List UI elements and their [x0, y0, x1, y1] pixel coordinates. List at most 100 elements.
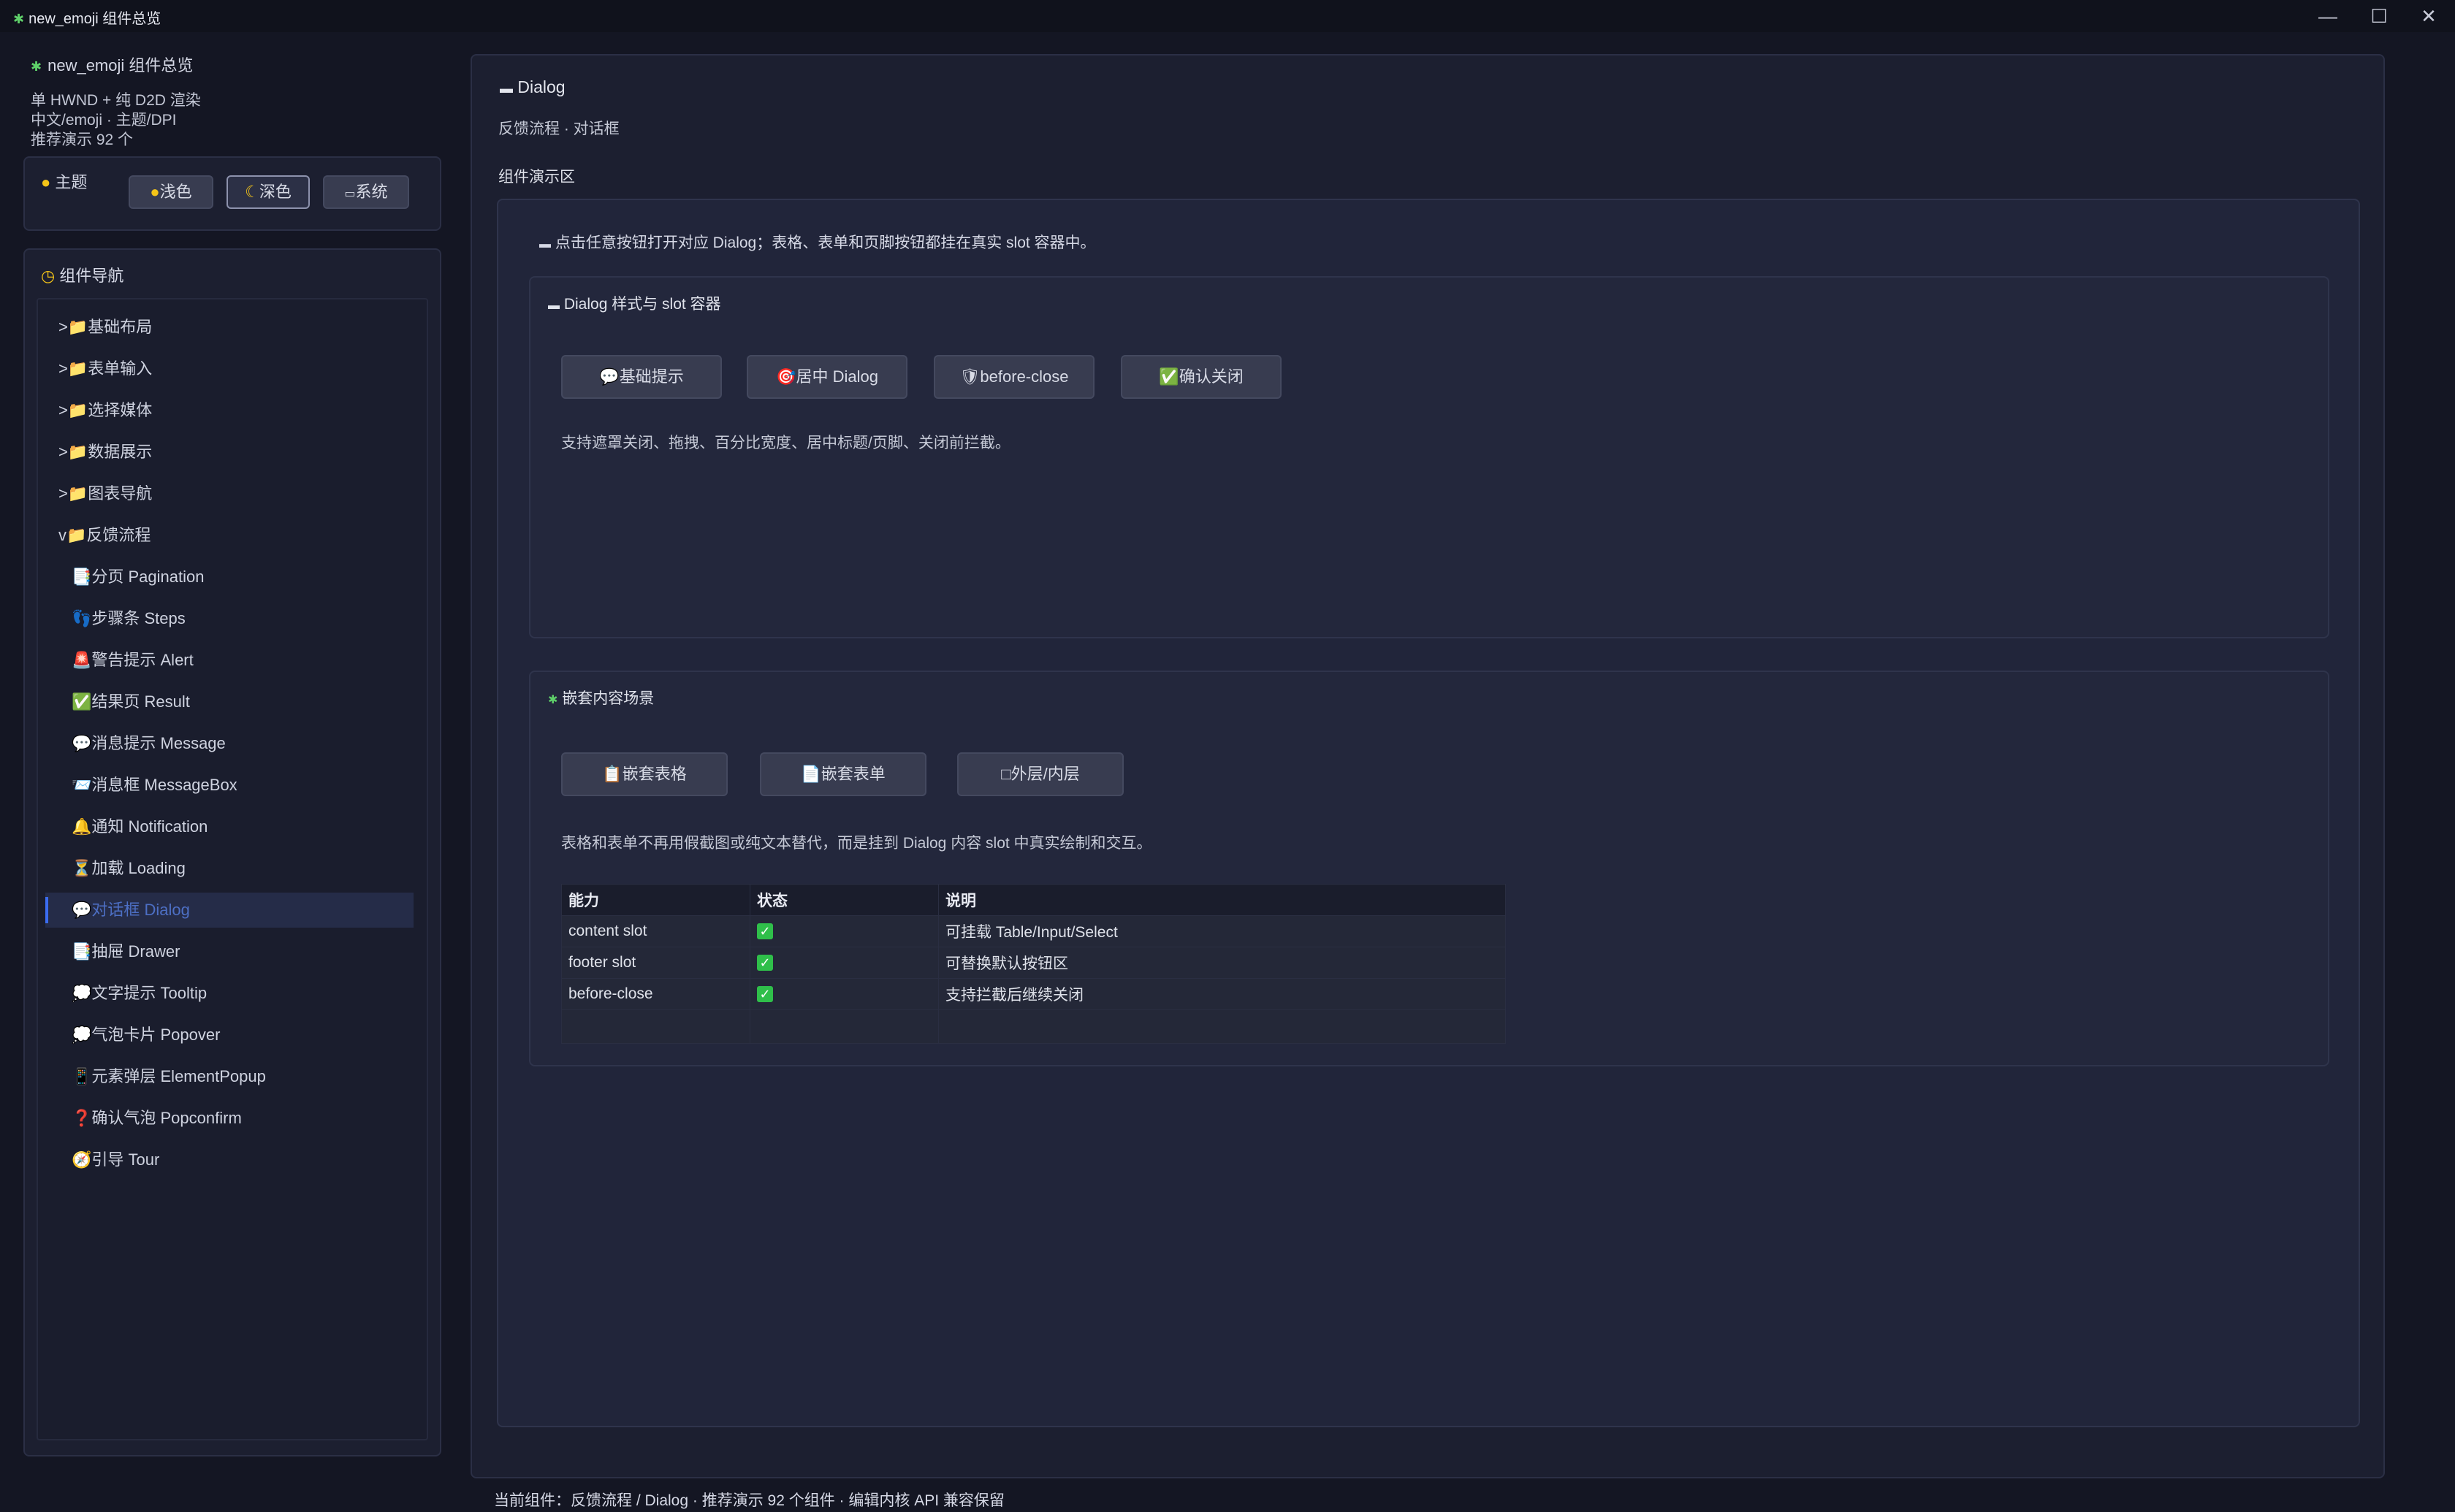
table-row[interactable]: before-close ✓ 支持拦截后继续关闭 — [561, 978, 1506, 1010]
page-title: ▬ Dialog — [500, 77, 566, 97]
demo-hint: ▬ 点击任意按钮打开对应 Dialog；表格、表单和页脚按钮都挂在真实 slot… — [539, 231, 1096, 253]
nav-item[interactable]: ⏳加载 Loading — [45, 851, 414, 886]
status-cell: ✓ — [750, 915, 939, 947]
checkmark-icon: ✓ — [757, 955, 773, 971]
outer-inner-button[interactable]: □外层/内层 — [957, 752, 1124, 796]
card-title: ▬ Dialog 样式与 slot 容器 — [548, 292, 721, 314]
moon-icon: ☾ — [245, 183, 259, 201]
bulb-icon: ● — [41, 173, 51, 191]
nested-content-card: ✱ 嵌套内容场景 📋嵌套表格 📄嵌套表单 □外层/内层 表格和表单不再用假截图或… — [529, 671, 2329, 1066]
table-row[interactable]: content slot ✓ 可挂载 Table/Input/Select — [561, 915, 1506, 947]
theme-label-text: 主题 — [55, 173, 88, 191]
puzzle-icon: ✱ — [31, 59, 42, 74]
table-header-row: 能力 状态 说明 — [561, 884, 1506, 916]
demo-area: ▬ 点击任意按钮打开对应 Dialog；表格、表单和页脚按钮都挂在真实 slot… — [497, 199, 2360, 1427]
theme-dark-button[interactable]: ☾深色 — [227, 175, 310, 209]
column-header: 状态 — [750, 884, 939, 916]
nav-item[interactable]: v📁反馈流程 — [45, 518, 414, 553]
theme-panel: ● 主题 ●浅色 ☾深色 ▭系统 — [23, 156, 441, 231]
table-row[interactable]: footer slot ✓ 可替换默认按钮区 — [561, 947, 1506, 979]
info-line: 中文/emoji · 主题/DPI — [31, 112, 177, 129]
table-cell: 可替换默认按钮区 — [938, 947, 1506, 979]
nested-form-button[interactable]: 📄嵌套表单 — [760, 752, 926, 796]
puzzle-icon: ✱ — [548, 694, 558, 706]
nav-item[interactable]: 📑抽屉 Drawer — [45, 934, 414, 969]
nav-item[interactable]: >📁数据展示 — [45, 435, 414, 470]
chat-icon: ▬ — [548, 299, 560, 312]
status-cell: ✓ — [750, 947, 939, 979]
nav-item[interactable]: 💬消息提示 Message — [45, 726, 414, 761]
theme-light-label: 浅色 — [159, 183, 192, 201]
info-line: 单 HWND + 纯 D2D 渲染 — [31, 92, 201, 109]
table-cell: 支持拦截后继续关闭 — [938, 978, 1506, 1010]
sidebar-app-title-text: new_emoji 组件总览 — [47, 56, 194, 75]
confirm-close-button[interactable]: ✅确认关闭 — [1121, 355, 1282, 399]
info-line: 推荐演示 92 个 — [31, 131, 134, 148]
nav-item[interactable]: 💭气泡卡片 Popover — [45, 1017, 414, 1053]
card-title-text: 嵌套内容场景 — [562, 690, 655, 707]
nav-tree-box: >📁基础布局 >📁表单输入 >📁选择媒体 >📁数据展示 >📁图表导航 v📁反馈流程 📑分页 … — [37, 298, 428, 1440]
nav-label: ◷ 组件导航 — [41, 263, 123, 286]
maximize-button[interactable]: ☐ — [2357, 3, 2401, 29]
nav-item[interactable]: ✅结果页 Result — [45, 684, 414, 719]
nav-item[interactable]: >📁表单输入 — [45, 351, 414, 386]
nav-item[interactable]: 🧭引导 Tour — [45, 1142, 414, 1177]
nav-item[interactable]: 📑分页 Pagination — [45, 560, 414, 595]
close-button[interactable]: ✕ — [2407, 3, 2451, 29]
chat-icon: ▬ — [539, 238, 551, 251]
section-label: 组件演示区 — [498, 169, 575, 186]
checkmark-icon: ✓ — [757, 923, 773, 940]
status-cell: ✓ — [750, 978, 939, 1010]
card-desc: 表格和表单不再用假截图或纯文本替代，而是挂到 Dialog 内容 slot 中真… — [561, 835, 1152, 852]
sidebar-info: 单 HWND + 纯 D2D 渲染 中文/emoji · 主题/DPI 推荐演示… — [31, 91, 201, 150]
card-desc: 支持遮罩关闭、拖拽、百分比宽度、居中标题/页脚、关闭前拦截。 — [561, 435, 1010, 451]
column-header: 能力 — [561, 884, 750, 916]
table-cell — [938, 1009, 1506, 1044]
table-row[interactable] — [561, 1009, 1506, 1044]
table-cell: footer slot — [561, 947, 750, 979]
window-title: new_emoji 组件总览 — [28, 11, 161, 27]
before-close-button[interactable]: 🛡before-close — [934, 355, 1095, 399]
nav-item[interactable]: 🚨警告提示 Alert — [45, 643, 414, 678]
column-header: 说明 — [938, 884, 1506, 916]
sidebar-app-title: ✱ new_emoji 组件总览 — [31, 53, 193, 76]
dialog-style-card: ▬ Dialog 样式与 slot 容器 💬基础提示 🎯居中 Dialog 🛡b… — [529, 276, 2329, 638]
basic-tip-button[interactable]: 💬基础提示 — [561, 355, 722, 399]
nav-item[interactable]: >📁选择媒体 — [45, 393, 414, 428]
centered-dialog-button[interactable]: 🎯居中 Dialog — [747, 355, 907, 399]
checkmark-icon: ✓ — [757, 986, 773, 1003]
app-icon: ✱ — [13, 12, 25, 26]
window-title-wrap: ✱ new_emoji 组件总览 — [13, 7, 161, 28]
nav-item[interactable]: 🔔通知 Notification — [45, 809, 414, 844]
nav-item[interactable]: 👣步骤条 Steps — [45, 601, 414, 636]
nav-item[interactable]: 📨消息框 MessageBox — [45, 768, 414, 803]
nav-item[interactable]: >📁图表导航 — [45, 476, 414, 511]
nav-label-text: 组件导航 — [59, 267, 124, 285]
nav-item-active[interactable]: 💬对话框 Dialog — [45, 893, 414, 928]
table-cell: before-close — [561, 978, 750, 1010]
page-title-text: Dialog — [517, 77, 566, 96]
laptop-icon: ▭ — [344, 188, 356, 200]
sun-icon: ● — [150, 183, 160, 201]
theme-light-button[interactable]: ●浅色 — [129, 175, 213, 209]
table-cell: 可挂载 Table/Input/Select — [938, 915, 1506, 947]
nav-item[interactable]: 📱元素弹层 ElementPopup — [45, 1059, 414, 1094]
card-title: ✱ 嵌套内容场景 — [548, 687, 654, 709]
page-subtitle: 反馈流程 · 对话框 — [498, 121, 620, 137]
status-bar: 当前组件：反馈流程 / Dialog · 推荐演示 92 个组件 · 编辑内核 … — [494, 1492, 1005, 1509]
table-cell: content slot — [561, 915, 750, 947]
nav-item[interactable]: 💭文字提示 Tooltip — [45, 976, 414, 1011]
nested-table-button[interactable]: 📋嵌套表格 — [561, 752, 728, 796]
main-panel: ▬ Dialog 反馈流程 · 对话框 组件演示区 ▬ 点击任意按钮打开对应 D… — [471, 54, 2385, 1478]
theme-system-label: 系统 — [355, 183, 388, 201]
theme-dark-label: 深色 — [259, 183, 292, 201]
theme-label: ● 主题 — [41, 169, 87, 193]
table-cell — [561, 1009, 750, 1044]
chat-icon: ▬ — [500, 81, 513, 96]
card-title-text: Dialog 样式与 slot 容器 — [563, 296, 721, 313]
nav-item[interactable]: ❓确认气泡 Popconfirm — [45, 1101, 414, 1136]
minimize-button[interactable]: — — [2306, 3, 2350, 29]
nav-item[interactable]: >📁基础布局 — [45, 310, 414, 345]
clock-icon: ◷ — [41, 267, 56, 285]
theme-system-button[interactable]: ▭系统 — [323, 175, 409, 209]
